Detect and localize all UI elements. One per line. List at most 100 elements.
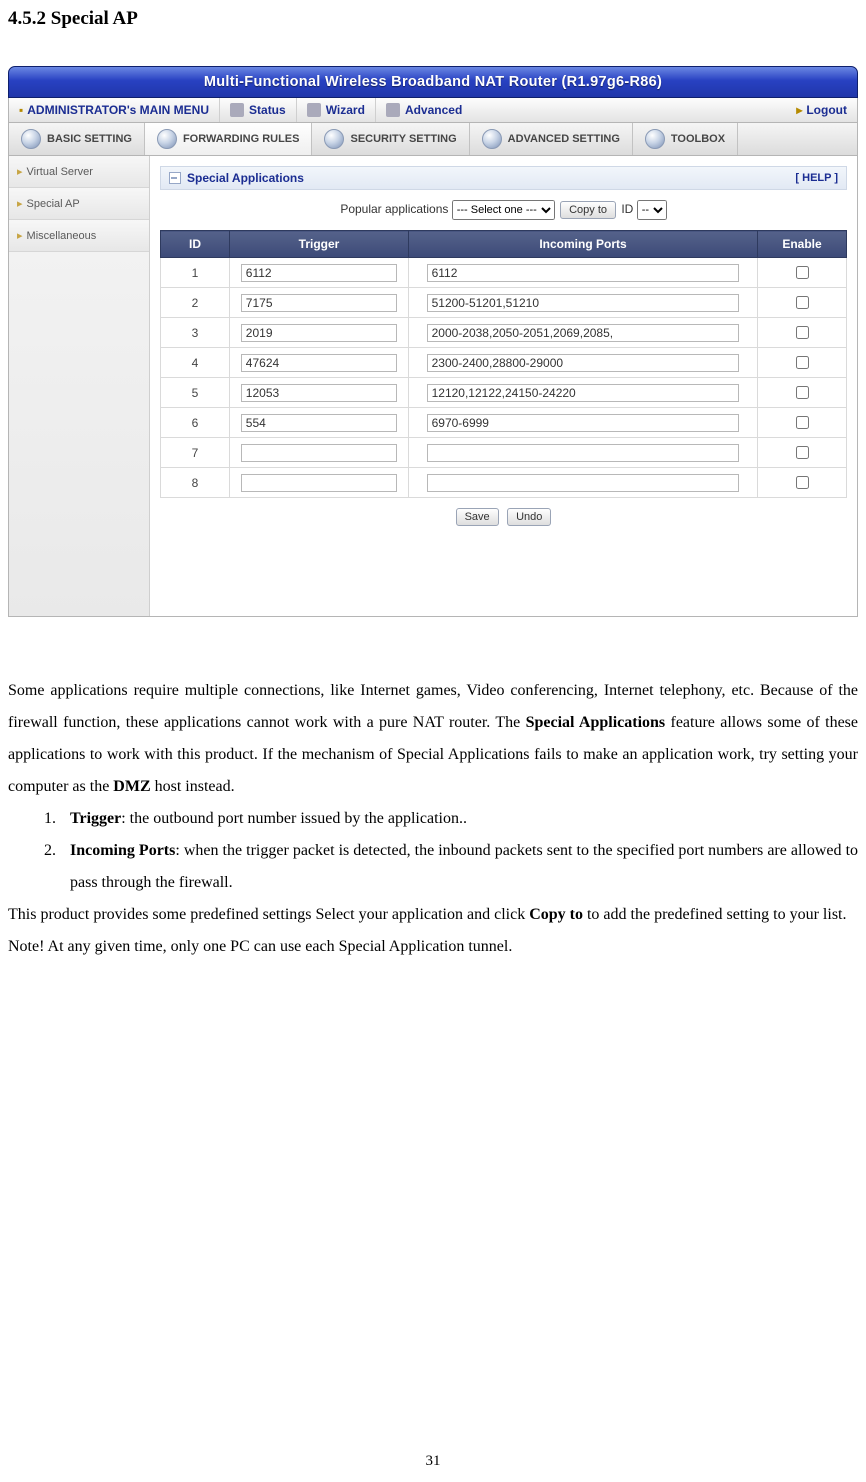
numbered-list: Trigger: the outbound port number issued…	[8, 803, 858, 899]
incoming-input[interactable]	[427, 384, 740, 402]
sidebar: ▸Virtual Server ▸Special AP ▸Miscellaneo…	[9, 156, 150, 616]
table-row: 3	[161, 318, 847, 348]
enable-checkbox[interactable]	[796, 446, 809, 459]
sidebar-special-ap-label: Special AP	[27, 198, 80, 210]
tab-toolbox[interactable]: TOOLBOX	[633, 123, 738, 155]
cell-trigger	[230, 258, 409, 288]
menu-status[interactable]: Status	[219, 98, 296, 122]
text: to add the predefined setting to your li…	[583, 906, 847, 923]
table-row: 2	[161, 288, 847, 318]
enable-checkbox[interactable]	[796, 296, 809, 309]
undo-button[interactable]: Undo	[507, 508, 551, 526]
table-row: 5	[161, 378, 847, 408]
cell-id: 2	[161, 288, 230, 318]
text: host instead.	[151, 778, 235, 795]
text-bold: Special Applications	[526, 714, 666, 731]
menu-admin[interactable]: ▪ ADMINISTRATOR's MAIN MENU	[9, 98, 219, 122]
enable-checkbox[interactable]	[796, 476, 809, 489]
window-titlebar: Multi-Functional Wireless Broadband NAT …	[8, 66, 858, 98]
cell-trigger	[230, 438, 409, 468]
incoming-input[interactable]	[427, 414, 740, 432]
incoming-input[interactable]	[427, 264, 740, 282]
text: This product provides some predefined se…	[8, 906, 529, 923]
menu-advanced[interactable]: Advanced	[375, 98, 472, 122]
popular-app-select[interactable]: --- Select one ---	[452, 200, 555, 220]
sidebar-item-virtual-server[interactable]: ▸Virtual Server	[9, 156, 149, 188]
cell-enable	[758, 258, 847, 288]
cell-enable	[758, 408, 847, 438]
table-row: 4	[161, 348, 847, 378]
cell-incoming	[409, 348, 758, 378]
th-incoming: Incoming Ports	[409, 231, 758, 258]
cell-incoming	[409, 378, 758, 408]
advanced-icon	[386, 103, 400, 117]
top-menubar: ▪ ADMINISTRATOR's MAIN MENU Status Wizar…	[8, 98, 858, 123]
menu-wizard-label: Wizard	[326, 103, 365, 117]
bullet-icon: ▸	[17, 230, 23, 242]
help-link[interactable]: [ HELP ]	[795, 172, 838, 184]
tab-forwarding-rules[interactable]: FORWARDING RULES	[145, 123, 313, 155]
tab-basic-setting[interactable]: BASIC SETTING	[9, 123, 145, 155]
body-text: Some applications require multiple conne…	[8, 675, 858, 963]
incoming-input[interactable]	[427, 444, 740, 462]
cell-id: 5	[161, 378, 230, 408]
tab-security-setting[interactable]: SECURITY SETTING	[312, 123, 469, 155]
cell-enable	[758, 348, 847, 378]
tab-basic-label: BASIC SETTING	[47, 133, 132, 145]
enable-checkbox[interactable]	[796, 266, 809, 279]
tab-advanced-setting[interactable]: ADVANCED SETTING	[470, 123, 633, 155]
save-button[interactable]: Save	[456, 508, 499, 526]
incoming-input[interactable]	[427, 294, 740, 312]
cell-enable	[758, 468, 847, 498]
trigger-input[interactable]	[241, 324, 397, 342]
trigger-input[interactable]	[241, 384, 397, 402]
router-screenshot: Multi-Functional Wireless Broadband NAT …	[8, 66, 858, 617]
id-label: ID	[621, 202, 633, 216]
menu-logout[interactable]: ▸ Logout	[786, 98, 857, 122]
section-heading: 4.5.2 Special AP	[8, 8, 858, 30]
cell-incoming	[409, 408, 758, 438]
th-enable: Enable	[758, 231, 847, 258]
trigger-input[interactable]	[241, 444, 397, 462]
tab-toolbox-label: TOOLBOX	[671, 133, 725, 145]
copy-to-button[interactable]: Copy to	[560, 201, 616, 219]
security-icon	[324, 129, 344, 149]
sidebar-item-miscellaneous[interactable]: ▸Miscellaneous	[9, 220, 149, 252]
enable-checkbox[interactable]	[796, 416, 809, 429]
trigger-input[interactable]	[241, 414, 397, 432]
cell-id: 4	[161, 348, 230, 378]
cell-id: 1	[161, 258, 230, 288]
trigger-input[interactable]	[241, 474, 397, 492]
trigger-input[interactable]	[241, 354, 397, 372]
sidebar-item-special-ap[interactable]: ▸Special AP	[9, 188, 149, 220]
cell-incoming	[409, 258, 758, 288]
enable-checkbox[interactable]	[796, 326, 809, 339]
th-trigger: Trigger	[230, 231, 409, 258]
cell-trigger	[230, 468, 409, 498]
cell-id: 6	[161, 408, 230, 438]
list-item: Incoming Ports: when the trigger packet …	[60, 835, 858, 899]
id-select[interactable]: --	[637, 200, 667, 220]
trigger-input[interactable]	[241, 264, 397, 282]
text-bold: Trigger	[70, 810, 121, 827]
menu-logout-label: Logout	[806, 103, 847, 117]
panel-header: Special Applications [ HELP ]	[160, 166, 847, 190]
incoming-input[interactable]	[427, 354, 740, 372]
menu-status-label: Status	[249, 103, 286, 117]
panel-footer: Save Undo	[160, 498, 847, 530]
cell-enable	[758, 288, 847, 318]
trigger-input[interactable]	[241, 294, 397, 312]
enable-checkbox[interactable]	[796, 386, 809, 399]
menu-wizard[interactable]: Wizard	[296, 98, 375, 122]
panel-title: Special Applications	[187, 171, 304, 185]
text: : the outbound port number issued by the…	[121, 810, 467, 827]
text-bold: DMZ	[113, 778, 150, 795]
incoming-input[interactable]	[427, 474, 740, 492]
incoming-input[interactable]	[427, 324, 740, 342]
tab-forwarding-label: FORWARDING RULES	[183, 133, 300, 145]
cell-enable	[758, 378, 847, 408]
enable-checkbox[interactable]	[796, 356, 809, 369]
table-row: 7	[161, 438, 847, 468]
popular-label: Popular applications	[340, 202, 448, 216]
popular-app-row: Popular applications --- Select one --- …	[160, 190, 847, 230]
